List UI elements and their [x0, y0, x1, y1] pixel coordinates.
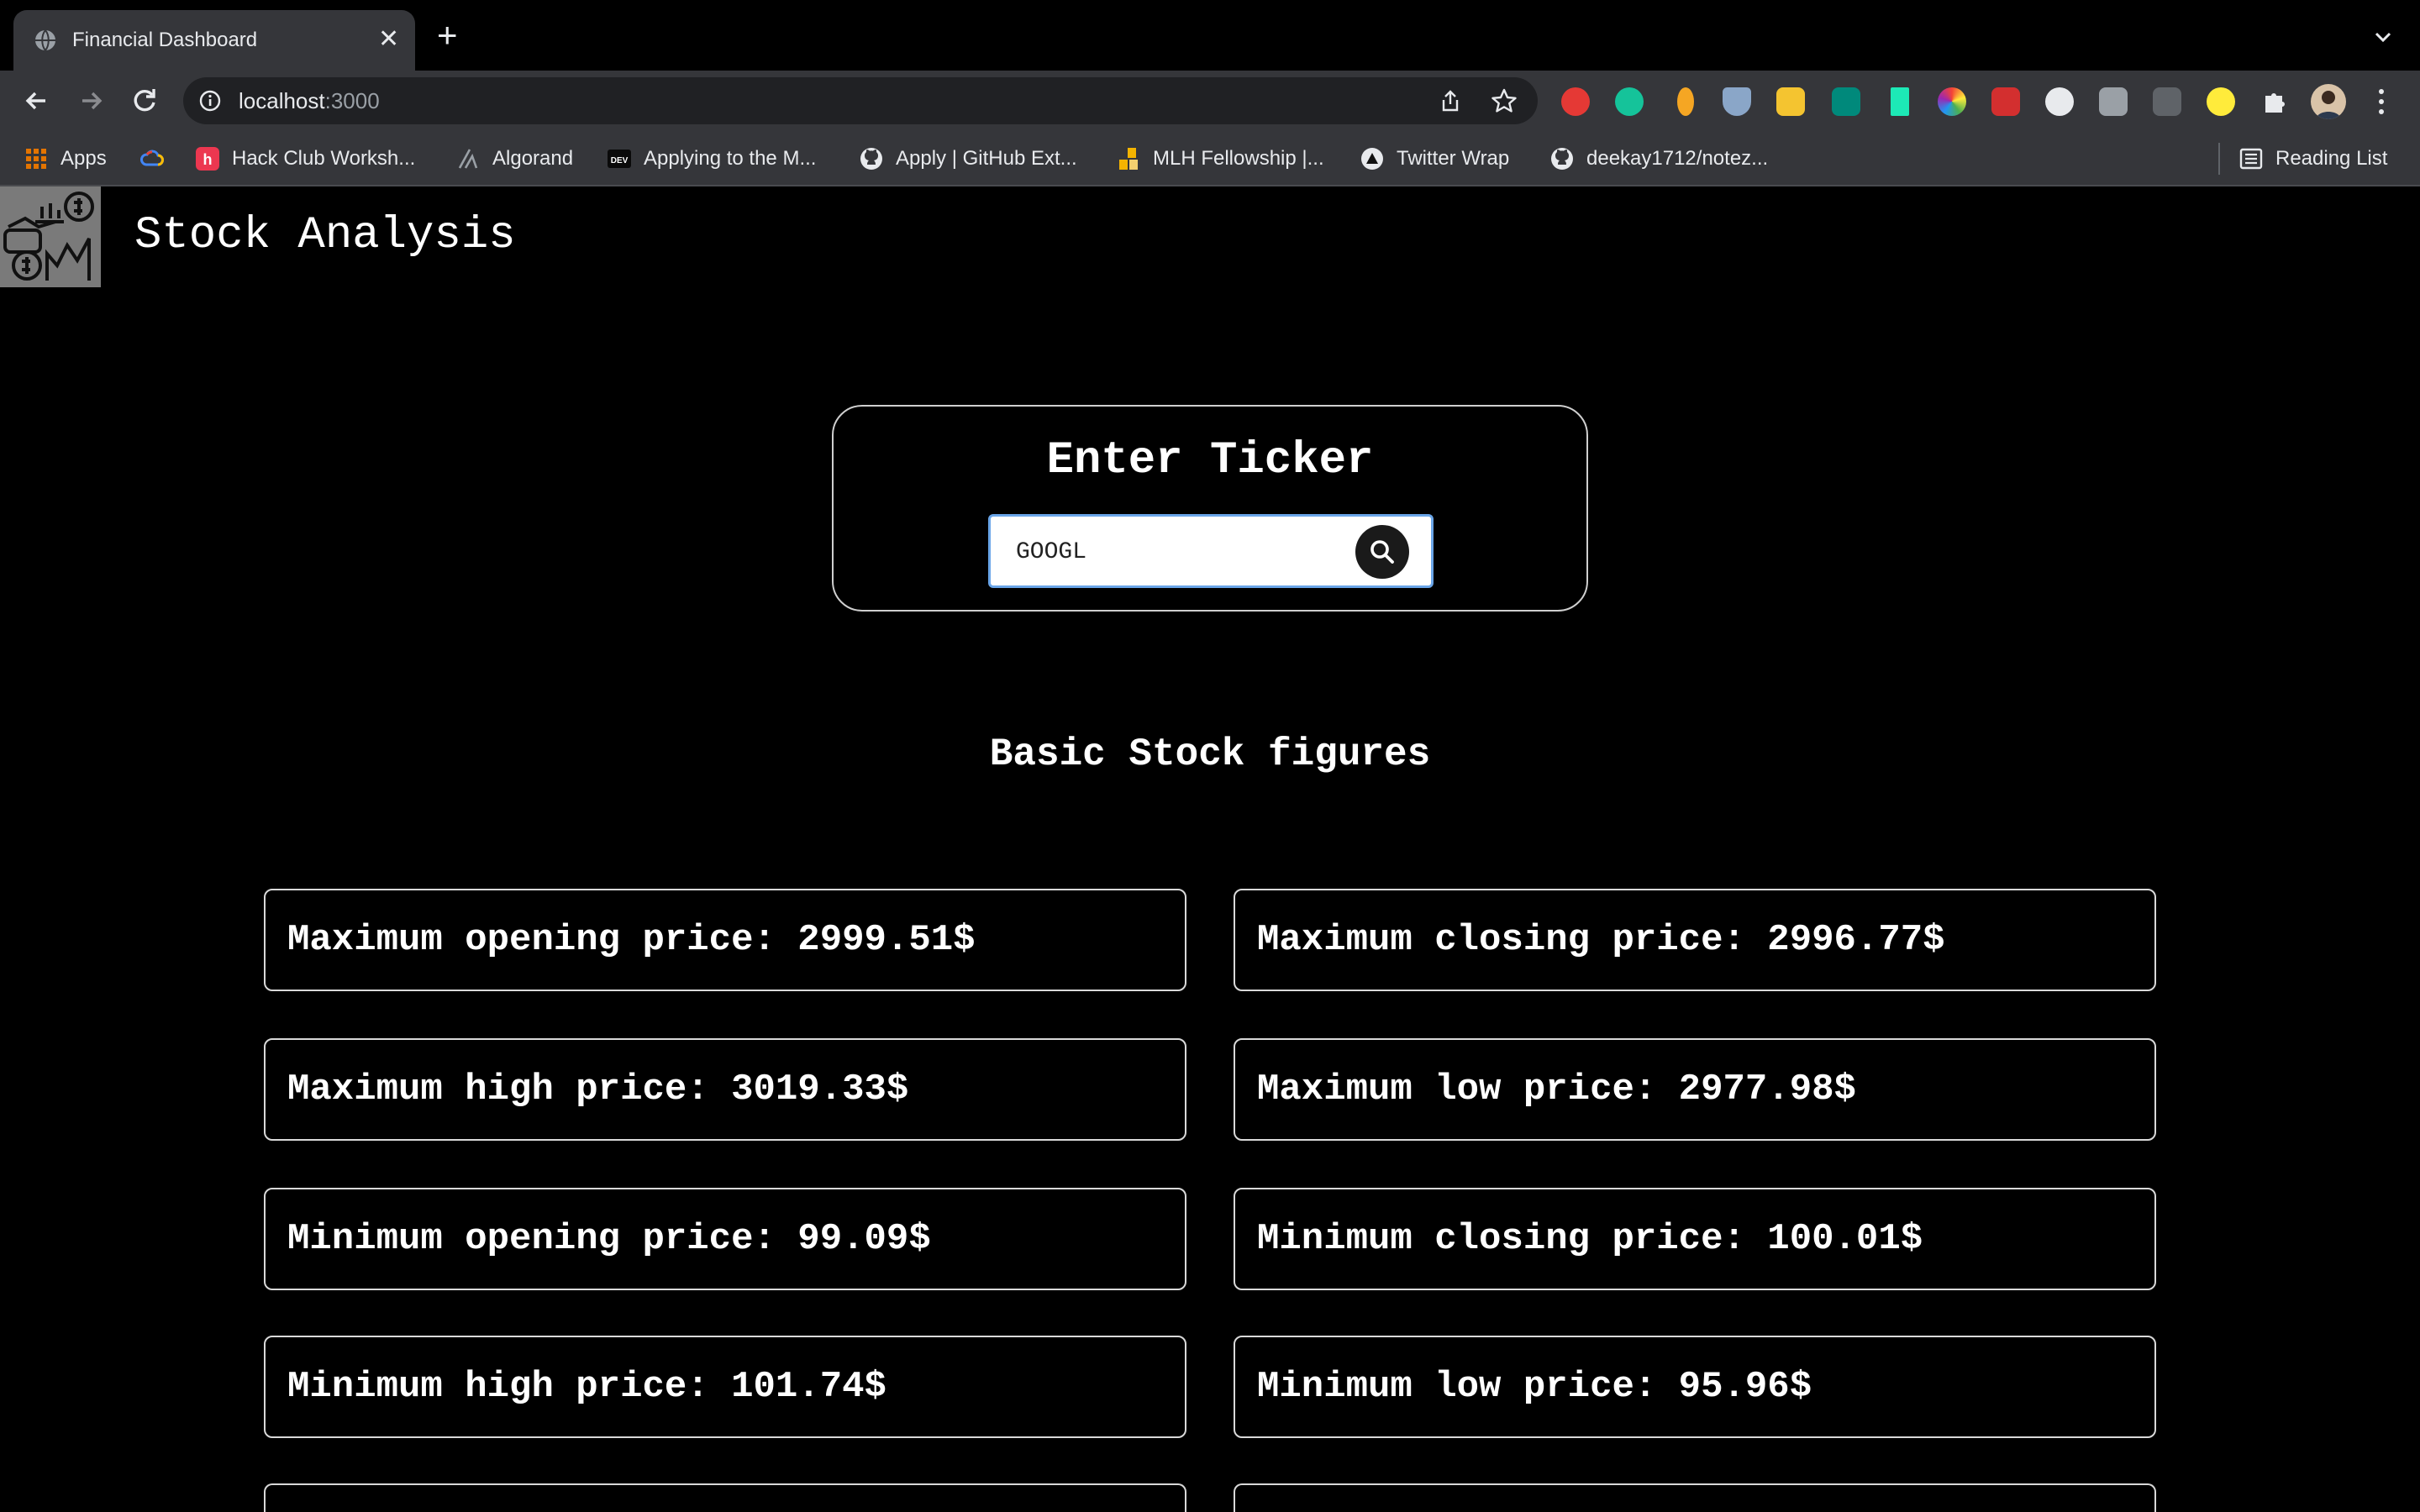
bookmark-hack-club[interactable]: h Hack Club Worksh... — [195, 144, 415, 173]
twitter-wrap-icon — [1361, 148, 1383, 170]
puzzle-icon[interactable] — [2260, 87, 2289, 116]
reload-icon[interactable] — [128, 84, 161, 118]
meet-extension-icon[interactable] — [1832, 87, 1860, 116]
reading-list-icon — [2239, 148, 2263, 170]
yellow-extension-icon[interactable] — [1776, 87, 1805, 116]
site-info-icon[interactable] — [198, 89, 222, 113]
browser-tab-bar: Financial Dashboard ✕ + — [0, 0, 2420, 71]
dev-icon: DEV — [608, 150, 631, 168]
ticker-title: Enter Ticker — [1046, 435, 1374, 486]
menu-dots-icon[interactable] — [2375, 87, 2388, 116]
bookmark-extension-icon[interactable] — [1891, 87, 1909, 116]
tab-close-icon[interactable]: ✕ — [378, 27, 399, 52]
bookmark-github-notez[interactable]: deekay1712/notez... — [1549, 144, 1768, 173]
reading-list-button[interactable]: Reading List — [2238, 144, 2387, 173]
share-icon[interactable] — [1439, 89, 1462, 113]
tab-title: Financial Dashboard — [72, 29, 258, 51]
bookmark-google-cloud[interactable] — [139, 144, 176, 173]
bookmarks-bar: Apps h Hack Club Worksh... Algorand DEV … — [0, 131, 2420, 186]
forward-arrow-icon[interactable] — [74, 84, 108, 118]
bookmarks-divider — [2218, 143, 2220, 175]
tab-search-chevron-icon[interactable] — [2371, 25, 2395, 49]
person-extension-icon[interactable] — [2099, 87, 2128, 116]
back-arrow-icon[interactable] — [20, 84, 54, 118]
bookmark-star-icon[interactable] — [1491, 87, 1518, 114]
cart-extension-icon[interactable] — [2153, 87, 2181, 116]
algorand-icon — [458, 149, 478, 169]
profile-avatar[interactable] — [2311, 84, 2346, 119]
panda-extension-icon[interactable] — [2045, 87, 2074, 116]
svg-text:h: h — [203, 151, 213, 168]
stat-card-min-low: Minimum low price: 95.96$ — [1234, 1336, 2156, 1438]
yellow-circle-extension-icon[interactable] — [2207, 87, 2235, 116]
stat-card-max-open: Maximum opening price: 2999.51$ — [264, 889, 1186, 991]
stock-logo-icon — [0, 186, 101, 287]
stat-card-partial — [1234, 1483, 2156, 1512]
stat-card-max-low: Maximum low price: 2977.98$ — [1234, 1038, 2156, 1141]
section-title: Basic Stock figures — [989, 732, 1431, 776]
app-brand-title: Stock Analysis — [134, 210, 516, 261]
stat-card-min-high: Minimum high price: 101.74$ — [264, 1336, 1186, 1438]
stat-card-min-close: Minimum closing price: 100.01$ — [1234, 1188, 2156, 1290]
ticker-input[interactable] — [1016, 535, 1352, 569]
stat-card-max-close: Maximum closing price: 2996.77$ — [1234, 889, 2156, 991]
hack-club-icon: h — [196, 147, 219, 171]
stat-card-max-high: Maximum high price: 3019.33$ — [264, 1038, 1186, 1141]
search-button[interactable] — [1355, 525, 1409, 579]
bookmark-mlh[interactable]: MLH Fellowship |... — [1116, 144, 1324, 173]
bookmark-github-apply[interactable]: Apply | GitHub Ext... — [859, 144, 1077, 173]
new-tab-button[interactable]: + — [437, 18, 458, 53]
ticker-search-box — [988, 514, 1434, 588]
stat-card-partial — [264, 1483, 1186, 1512]
globe-icon — [35, 29, 55, 51]
page-content: Stock Analysis Enter Ticker Basic Stock … — [0, 186, 2420, 1512]
red-extension-icon[interactable] — [1991, 87, 2020, 116]
adblock-extension-icon[interactable] — [1561, 87, 1590, 116]
mlh-icon — [1119, 148, 1138, 170]
stat-card-min-open: Minimum opening price: 99.09$ — [264, 1188, 1186, 1290]
svg-text:DEV: DEV — [611, 156, 629, 165]
address-bar[interactable]: localhost:3000 — [183, 77, 1538, 124]
color-picker-extension-icon[interactable] — [1938, 87, 1966, 116]
orange-extension-icon[interactable] — [1677, 87, 1694, 116]
browser-tab[interactable]: Financial Dashboard ✕ — [13, 10, 415, 71]
bookmark-dev[interactable]: DEV Applying to the M... — [607, 144, 816, 173]
bookmark-twitter-wrap[interactable]: Twitter Wrap — [1360, 144, 1509, 173]
ticker-search-card: Enter Ticker — [832, 405, 1588, 612]
google-cloud-icon — [140, 150, 164, 166]
apps-grid-icon — [26, 149, 46, 169]
shield-extension-icon[interactable] — [1723, 87, 1751, 116]
browser-toolbar: localhost:3000 — [0, 71, 2420, 131]
github-icon — [1551, 148, 1573, 170]
grammarly-extension-icon[interactable] — [1615, 87, 1644, 116]
url-text[interactable]: localhost:3000 — [239, 88, 380, 114]
github-icon — [860, 148, 882, 170]
bookmark-algorand[interactable]: Algorand — [455, 144, 573, 173]
search-icon — [1370, 540, 1394, 564]
bookmark-apps[interactable]: Apps — [24, 144, 107, 173]
